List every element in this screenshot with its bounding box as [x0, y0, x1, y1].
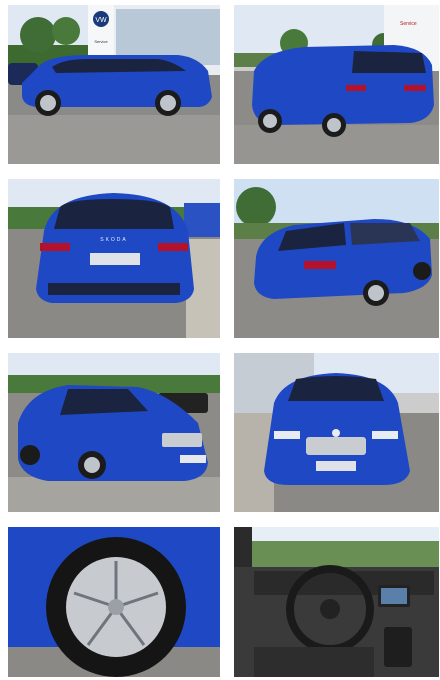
rear-right-three-quarter-image [234, 179, 439, 338]
front-view-image [234, 353, 439, 512]
gear-selector [384, 627, 412, 667]
skoda-badge-text: SKODA [100, 237, 128, 243]
service-sign-text-2: Service [400, 21, 417, 27]
front-plate [180, 455, 206, 463]
wheel-closeup-image [8, 527, 220, 677]
vw-logo-text: VW [95, 17, 107, 24]
photo-rear-view[interactable]: SKODA [8, 179, 220, 338]
rear-three-quarter-image: Service [234, 5, 439, 164]
photo-rear-three-quarter[interactable]: Service [234, 5, 439, 164]
license-plate [90, 253, 140, 265]
skoda-logo-icon [332, 429, 340, 437]
photo-side-view[interactable]: VW Service [8, 5, 220, 164]
grille [162, 433, 202, 447]
photo-grid: VW Service Service SKODA [0, 0, 440, 680]
side-view-image: VW Service [8, 5, 220, 164]
front-plate-2 [316, 461, 356, 471]
photo-wheel-closeup[interactable] [8, 527, 220, 677]
service-sign-text: Service [94, 39, 108, 44]
photo-front-view[interactable] [234, 353, 439, 512]
rear-view-image: SKODA [8, 179, 220, 338]
photo-front-left-three-quarter[interactable] [8, 353, 220, 512]
front-left-three-quarter-image [8, 353, 220, 512]
hub-cap-icon [108, 599, 124, 615]
photo-interior-dashboard[interactable] [234, 527, 439, 677]
photo-rear-right-three-quarter[interactable] [234, 179, 439, 338]
interior-dashboard-image [234, 527, 439, 677]
